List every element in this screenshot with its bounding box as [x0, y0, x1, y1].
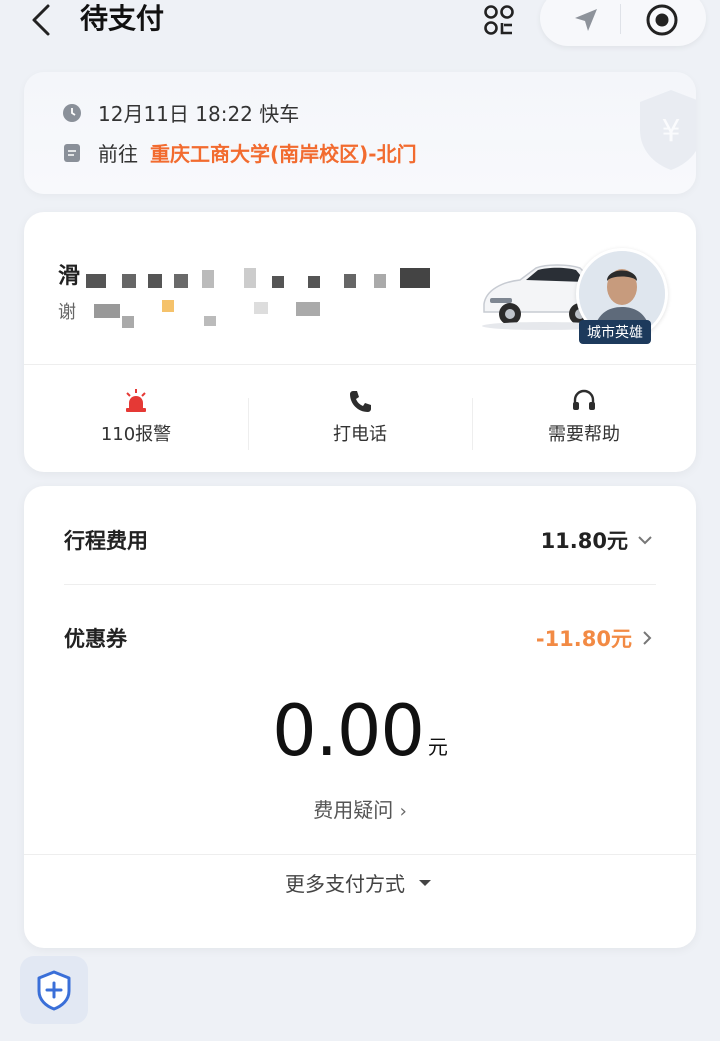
- fee-question-label: 费用疑问: [313, 798, 394, 822]
- driver-name-partial: 谢: [58, 302, 76, 323]
- divider: [24, 854, 696, 855]
- phone-icon: [350, 391, 371, 412]
- alarm-label: 110报警: [100, 424, 172, 445]
- divider: [24, 364, 696, 365]
- trip-time-row: 12月11日 18:22 快车: [62, 98, 299, 127]
- divider: [64, 584, 656, 585]
- shield-plus-icon: [37, 970, 71, 1011]
- chevron-right-icon: ›: [399, 801, 407, 822]
- trip-destination-row: 前往 重庆工商大学(南岸校区)-北门: [62, 138, 417, 167]
- fare-card: 行程费用 11.80元 优惠券 -11.80元 0.00 元 费用疑问 › 更多…: [24, 486, 696, 948]
- fee-question-link[interactable]: 费用疑问 ›: [24, 794, 696, 823]
- alarm-icon: [126, 389, 146, 412]
- total-amount-value: 0.00: [272, 690, 425, 772]
- chevron-left-icon: [32, 4, 50, 36]
- coupon-value: -11.80元: [535, 627, 632, 651]
- call-driver-button[interactable]: 打电话: [248, 388, 472, 446]
- document-icon: [62, 143, 82, 163]
- trip-datetime: 12月11日 18:22 快车: [98, 102, 300, 126]
- locate-button[interactable]: [556, 0, 616, 40]
- chevron-down-icon: [638, 536, 652, 545]
- svg-text:¥: ¥: [661, 114, 680, 149]
- coupon-value-wrap: -11.80元: [536, 623, 656, 653]
- record-button[interactable]: [636, 0, 688, 40]
- caret-down-icon: [419, 879, 431, 886]
- trip-cost-label: 行程费用: [64, 529, 148, 553]
- trip-cost-value-wrap: 11.80元: [541, 525, 656, 555]
- safety-center-button[interactable]: [20, 956, 88, 1024]
- total-amount: 0.00 元: [24, 696, 696, 766]
- pill-divider: [620, 4, 621, 34]
- trip-cost-value: 11.80元: [540, 529, 628, 553]
- alarm-110-button[interactable]: 110报警: [24, 388, 248, 446]
- destination-name: 重庆工商大学(南岸校区)-北门: [150, 142, 417, 166]
- coupon-label: 优惠券: [64, 627, 127, 651]
- scan-button[interactable]: [476, 0, 522, 40]
- total-amount-unit: 元: [427, 735, 448, 759]
- to-prefix: 前往: [98, 142, 138, 166]
- back-button[interactable]: [18, 0, 62, 40]
- chevron-right-icon: [643, 631, 652, 645]
- clock-icon: [62, 103, 82, 123]
- trip-cost-row[interactable]: 行程费用 11.80元: [64, 520, 656, 560]
- yuan-shield-icon: ¥: [640, 90, 696, 170]
- page-title: 待支付: [80, 2, 165, 35]
- scan-icon: [484, 5, 514, 35]
- headset-icon: [573, 389, 595, 410]
- record-target-icon: [646, 4, 678, 36]
- more-payment-label: 更多支付方式: [285, 872, 405, 896]
- driver-badge: 城市英雄: [579, 320, 651, 344]
- coupon-row[interactable]: 优惠券 -11.80元: [64, 618, 656, 658]
- navigation-arrow-icon: [575, 9, 597, 31]
- trip-info-card[interactable]: 12月11日 18:22 快车 前往 重庆工商大学(南岸校区)-北门 ¥: [24, 72, 696, 194]
- driver-card: 滑 谢 城市英雄 110报警 打电话 需要帮助: [24, 212, 696, 472]
- more-payment-toggle[interactable]: 更多支付方式: [24, 868, 696, 897]
- help-label: 需要帮助: [548, 424, 620, 445]
- call-label: 打电话: [333, 424, 387, 445]
- help-button[interactable]: 需要帮助: [472, 388, 696, 446]
- driver-plate-partial: 滑: [58, 264, 81, 289]
